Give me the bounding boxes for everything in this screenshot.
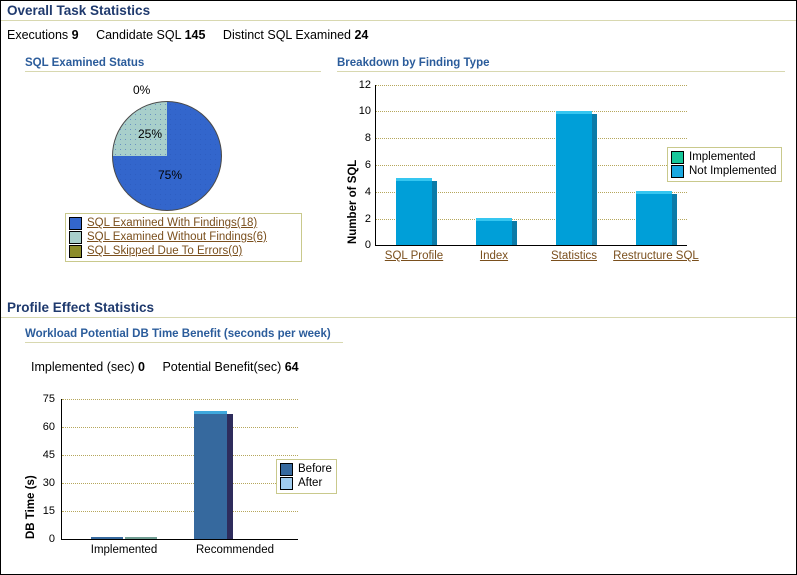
gridline (376, 138, 687, 139)
bar-statistics[interactable] (556, 111, 592, 245)
gridline (376, 111, 687, 112)
stat-candidate-sql: Candidate SQL 145 (96, 28, 205, 42)
swatch-before-icon (280, 463, 293, 476)
profile-section-title: Profile Effect Statistics (1, 298, 796, 317)
y-axis-line-bottom (61, 399, 62, 540)
y-tick-label: 15 (27, 506, 55, 516)
panel-title-sql-examined-status: SQL Examined Status (25, 56, 144, 71)
y-tick-label: 30 (27, 478, 55, 488)
page-title: Overall Task Statistics (1, 1, 796, 20)
y-tick-label: 12 (343, 80, 371, 90)
bar-sql-profile[interactable] (396, 178, 432, 245)
gridline (62, 455, 298, 456)
gridline (62, 483, 298, 484)
y-tick-label: 4 (343, 187, 371, 197)
y-tick-label: 6 (343, 160, 371, 170)
bar-implemented-before[interactable] (91, 537, 123, 539)
pie-legend: SQL Examined With Findings(18) SQL Exami… (65, 213, 302, 262)
y-tick-label: 2 (343, 214, 371, 224)
x-label-statistics[interactable]: Statistics (531, 250, 617, 262)
bar-implemented-after[interactable] (125, 537, 157, 539)
y-tick-label: 0 (27, 534, 55, 544)
gridline (62, 511, 298, 512)
swatch-with-findings-icon (69, 217, 82, 230)
legend-label-not-implemented: Not Implemented (689, 165, 777, 178)
x-axis-line (375, 245, 687, 246)
gridline (62, 427, 298, 428)
section-overall-task-statistics: Overall Task Statistics Executions 9 Can… (1, 1, 796, 48)
x-label-recommended: Recommended (176, 544, 294, 556)
legend-label-skipped[interactable]: SQL Skipped Due To Errors(0) (87, 245, 242, 258)
swatch-implemented-icon (671, 151, 684, 164)
overall-stats-line: Executions 9 Candidate SQL 145 Distinct … (1, 21, 796, 48)
bar-index[interactable] (476, 218, 512, 245)
legend-label-implemented: Implemented (689, 151, 755, 164)
panel-breakdown-by-finding-type: Breakdown by Finding Type (337, 55, 787, 72)
stat-implemented-sec: Implemented (sec) 0 (31, 360, 145, 374)
chart-breakdown-by-finding-type: Number of SQL 12 10 8 6 4 2 0 (337, 79, 792, 269)
panel-workload-potential-db-time-benefit: Workload Potential DB Time Benefit (seco… (25, 326, 345, 343)
chart-sql-examined-status: 0% 25% 75% SQL Examined With Findings(18… (25, 81, 323, 266)
profile-stats-line: Implemented (sec) 0 Potential Benefit(se… (25, 353, 313, 380)
stat-distinct-sql-examined: Distinct SQL Examined 24 (223, 28, 368, 42)
pie-texture (113, 102, 221, 210)
y-tick-label: 0 (343, 240, 371, 250)
chart-workload-potential-db-time-benefit: DB Time (s) 75 60 45 30 15 0 (13, 389, 413, 569)
x-label-restructure-sql[interactable]: Restructure SQL (606, 250, 706, 262)
panel-sql-examined-status: SQL Examined Status (25, 55, 323, 72)
stat-executions: Executions 9 (7, 28, 79, 42)
legend-item-skipped[interactable]: SQL Skipped Due To Errors(0) (69, 245, 297, 258)
legend-label-after: After (298, 477, 322, 490)
y-tick-label: 45 (27, 450, 55, 460)
bar-recommended-before[interactable] (194, 411, 227, 539)
y-tick-label: 75 (27, 394, 55, 404)
x-label-implemented: Implemented (71, 544, 177, 556)
legend-item-before[interactable]: Before (280, 463, 332, 476)
panel-title-workload-benefit: Workload Potential DB Time Benefit (seco… (25, 327, 331, 342)
legend-item-after[interactable]: After (280, 477, 332, 490)
report-page: Overall Task Statistics Executions 9 Can… (1, 1, 796, 574)
legend-label-with-findings[interactable]: SQL Examined With Findings(18) (87, 217, 257, 230)
swatch-without-findings-icon (69, 231, 82, 244)
swatch-skipped-icon (69, 245, 82, 258)
legend-item-without-findings[interactable]: SQL Examined Without Findings(6) (69, 231, 297, 244)
y-axis-label-breakdown: Number of SQL (347, 160, 359, 244)
x-label-index[interactable]: Index (457, 250, 531, 262)
bar-restructure-sql[interactable] (636, 191, 672, 245)
gridline (376, 85, 687, 86)
pie-label-skipped: 0% (133, 83, 150, 97)
x-label-sql-profile[interactable]: SQL Profile (374, 250, 454, 262)
panel-rule-breakdown (337, 71, 785, 72)
legend-label-before: Before (298, 463, 332, 476)
panel-title-breakdown: Breakdown by Finding Type (337, 56, 490, 71)
gridline (376, 165, 687, 166)
swatch-not-implemented-icon (671, 165, 684, 178)
legend-item-implemented[interactable]: Implemented (671, 151, 777, 164)
y-tick-label: 10 (343, 106, 371, 116)
panel-rule-workload (25, 342, 343, 343)
y-tick-label: 8 (343, 133, 371, 143)
gridline (62, 399, 298, 400)
y-tick-label: 60 (27, 422, 55, 432)
legend-item-not-implemented[interactable]: Not Implemented (671, 165, 777, 178)
legend-label-without-findings[interactable]: SQL Examined Without Findings(6) (87, 231, 267, 244)
section-profile-effect-statistics: Profile Effect Statistics (1, 298, 796, 318)
swatch-after-icon (280, 477, 293, 490)
profile-header-rule (1, 317, 796, 318)
x-axis-line-bottom (61, 539, 298, 540)
panel-rule (25, 71, 321, 72)
pie-chart (112, 101, 222, 211)
workload-legend: Before After (276, 459, 337, 494)
legend-item-with-findings[interactable]: SQL Examined With Findings(18) (69, 217, 297, 230)
pie-label-without-findings: 25% (138, 127, 162, 141)
pie-graphic[interactable] (112, 101, 222, 211)
stat-potential-benefit-sec: Potential Benefit(sec) 64 (162, 360, 298, 374)
pie-label-with-findings: 75% (158, 168, 182, 182)
breakdown-legend: Implemented Not Implemented (667, 147, 782, 182)
